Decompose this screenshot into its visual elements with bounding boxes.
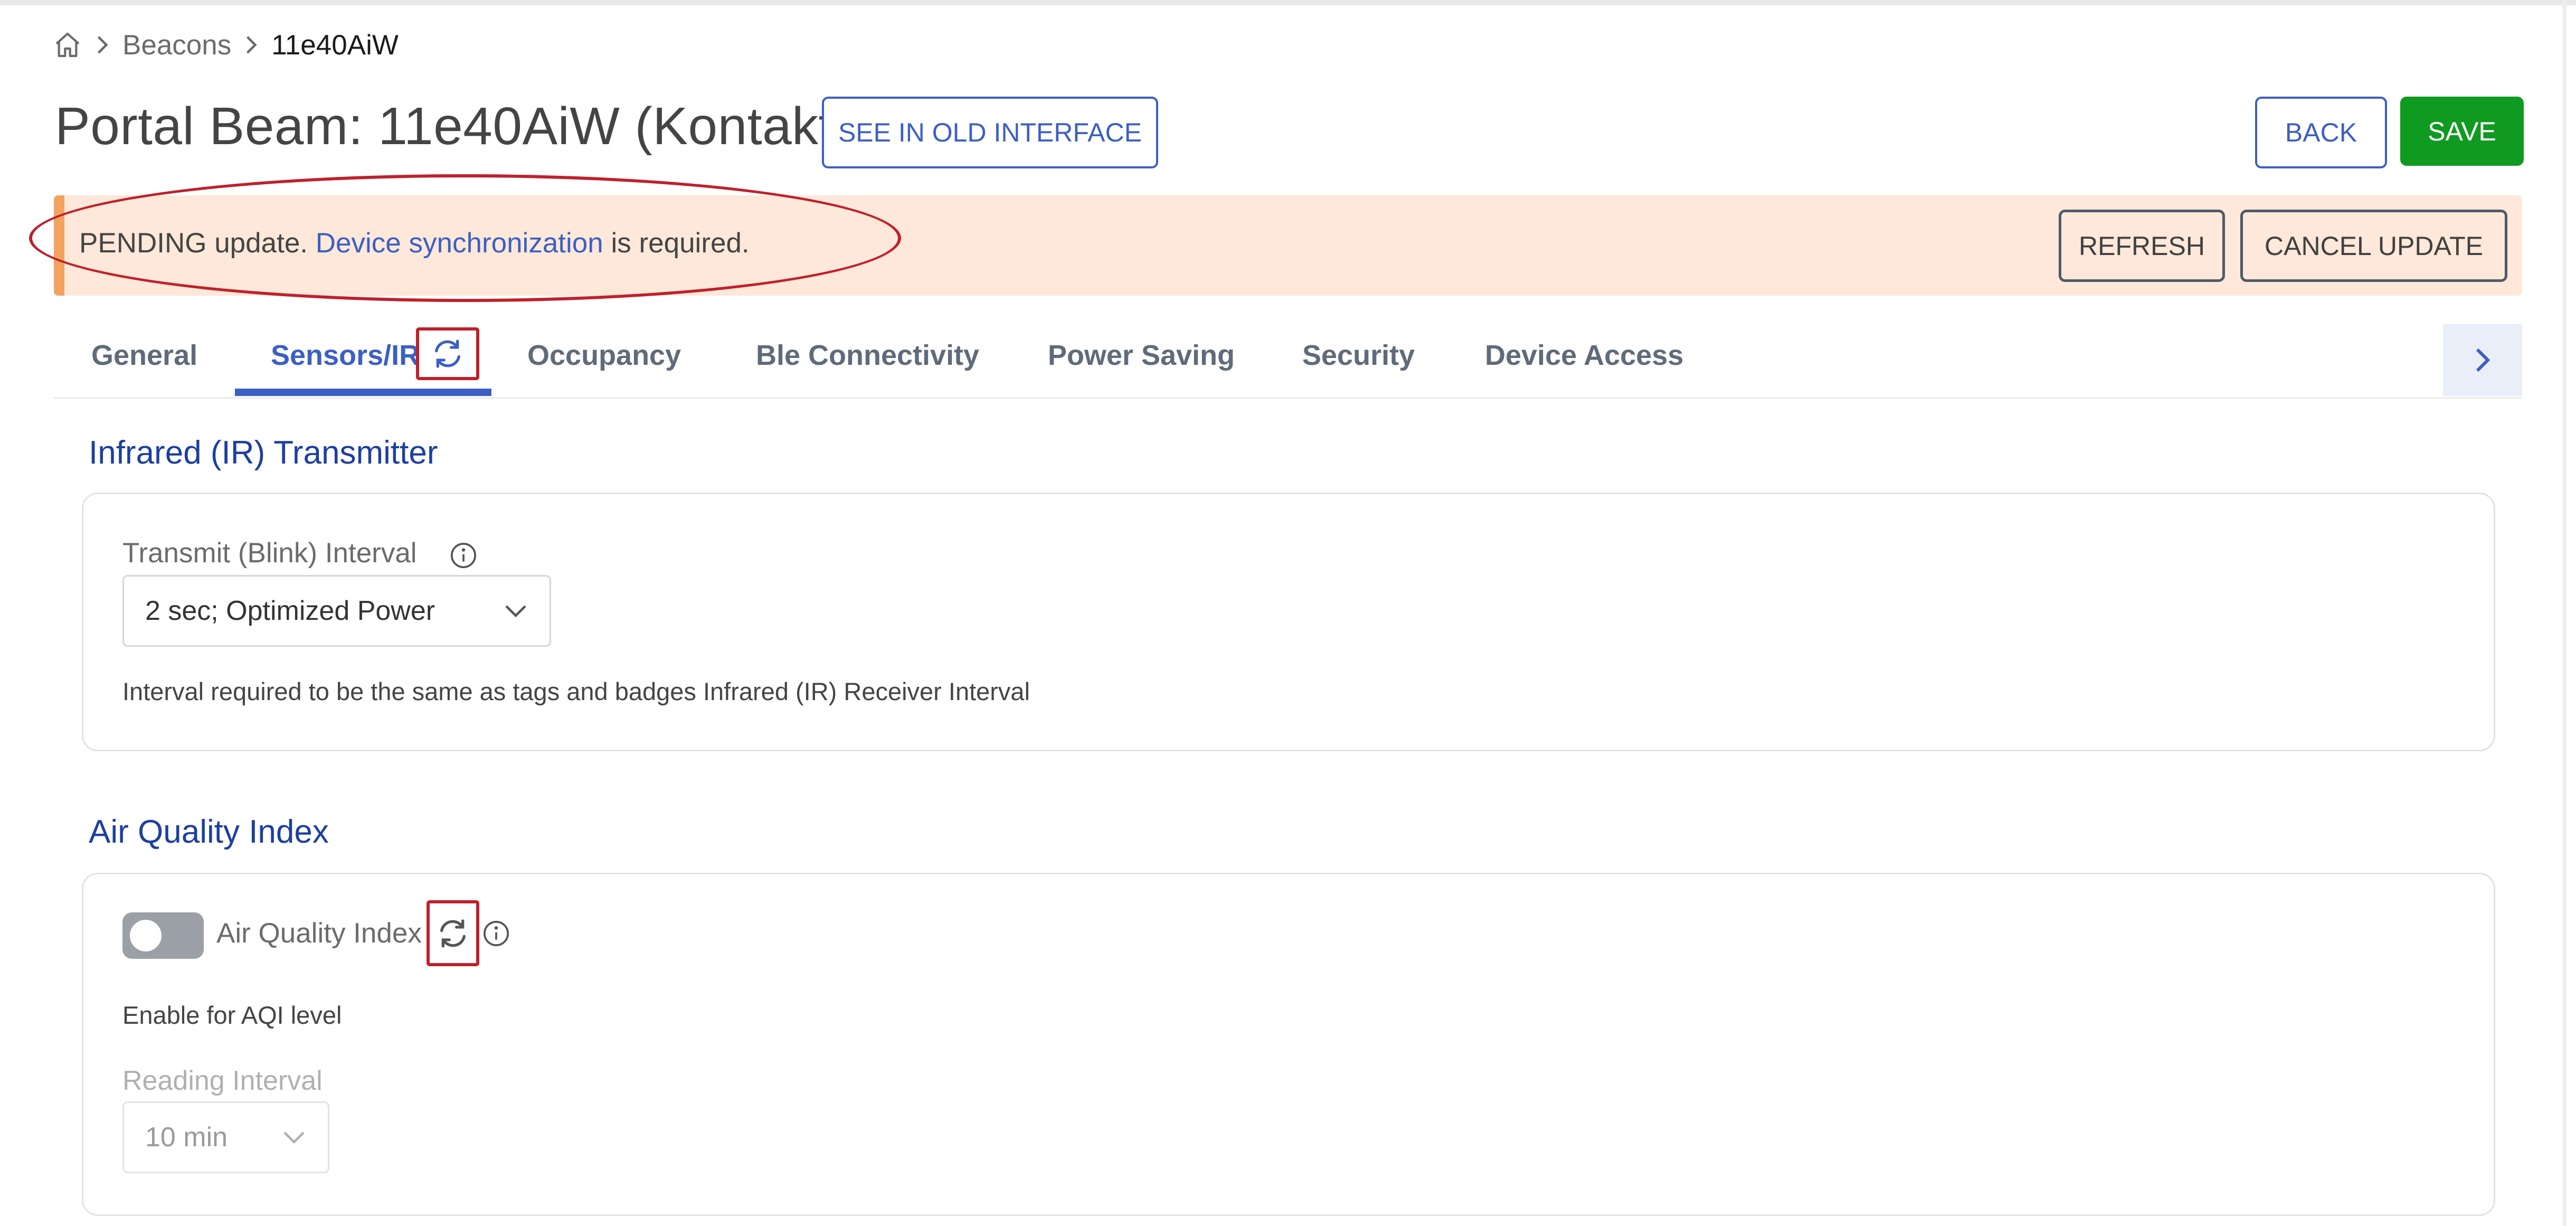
active-tab-indicator: [235, 389, 491, 396]
reading-interval-label: Reading Interval: [122, 1065, 323, 1096]
aqi-toggle-label: Air Quality Index: [216, 918, 422, 949]
banner-accent-bar: [54, 195, 64, 296]
aqi-toggle[interactable]: [122, 912, 204, 959]
breadcrumb: Beacons 11e40AiW: [53, 24, 402, 66]
aqi-section-title: Air Quality Index: [89, 814, 329, 850]
home-icon[interactable]: [53, 29, 86, 61]
see-in-old-interface-button[interactable]: SEE IN OLD INTERFACE: [822, 97, 1158, 168]
breadcrumb-beacons[interactable]: Beacons: [119, 29, 234, 61]
tab-device-access[interactable]: Device Access: [1485, 339, 1683, 372]
banner-message: PENDING update. Device synchronization i…: [79, 227, 750, 259]
reading-interval-select[interactable]: 10 min: [122, 1101, 329, 1173]
tab-ble-connectivity[interactable]: Ble Connectivity: [756, 339, 979, 372]
transmit-interval-value: 2 sec; Optimized Power: [145, 596, 435, 626]
sync-pending-icon: [427, 900, 479, 966]
chevron-right-icon: [234, 29, 268, 61]
breadcrumb-current: 11e40AiW: [271, 29, 399, 61]
ir-help-text: Interval required to be the same as tags…: [122, 677, 1030, 705]
banner-suffix: is required.: [603, 228, 750, 259]
tab-general[interactable]: General: [91, 339, 197, 372]
tabs-scroll-right-button[interactable]: [2443, 324, 2522, 396]
transmit-interval-select[interactable]: 2 sec; Optimized Power: [122, 575, 551, 647]
ir-section-title: Infrared (IR) Transmitter: [89, 435, 438, 471]
aqi-help-text: Enable for AQI level: [122, 1001, 342, 1029]
scroll-track: [2562, 0, 2566, 1226]
sync-pending-icon: [416, 327, 479, 380]
refresh-button[interactable]: REFRESH: [2059, 210, 2225, 282]
banner-prefix: PENDING update.: [79, 228, 316, 259]
device-synchronization-link[interactable]: Device synchronization: [316, 228, 603, 259]
back-button[interactable]: BACK: [2255, 97, 2387, 168]
page: Beacons 11e40AiW Portal Beam: 11e40AiW (…: [0, 0, 2576, 1226]
reading-interval-value: 10 min: [145, 1122, 228, 1153]
save-button[interactable]: SAVE: [2400, 97, 2524, 166]
tab-security[interactable]: Security: [1302, 339, 1415, 372]
page-title: Portal Beam: 11e40AiW (KontaktJ): [55, 97, 878, 156]
info-icon[interactable]: [449, 541, 478, 570]
cancel-update-button[interactable]: CANCEL UPDATE: [2240, 210, 2507, 282]
chevron-down-icon: [505, 605, 526, 618]
transmit-interval-label: Transmit (Blink) Interval: [122, 537, 417, 569]
tab-sensors-ir[interactable]: Sensors/IR: [271, 339, 420, 372]
tab-power-saving[interactable]: Power Saving: [1048, 339, 1235, 372]
chevron-right-icon: [86, 29, 119, 61]
chevron-down-icon: [283, 1131, 305, 1144]
tab-occupancy[interactable]: Occupancy: [527, 339, 681, 372]
toggle-knob: [130, 920, 162, 951]
info-icon[interactable]: [481, 919, 511, 948]
top-border: [0, 0, 2576, 5]
chevron-right-icon: [2476, 348, 2490, 372]
